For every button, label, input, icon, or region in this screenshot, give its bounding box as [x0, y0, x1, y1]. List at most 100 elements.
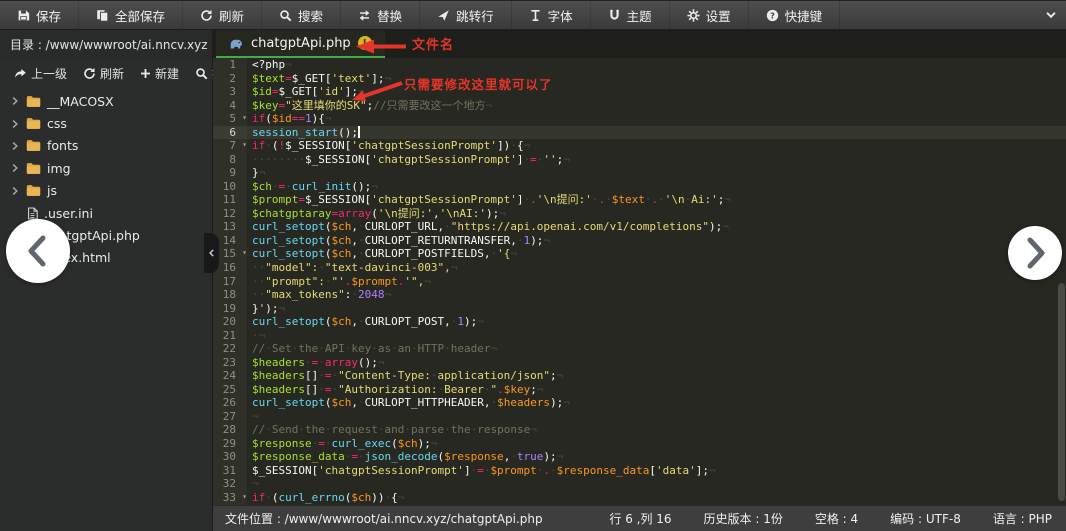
toolbar-button-refresh[interactable]: 刷新 — [183, 1, 262, 29]
toolbar-button-replace[interactable]: 替换 — [341, 1, 420, 29]
code-line-32: ¬ — [247, 477, 1066, 491]
status-cursor-position: 行 6 ,列 16 — [609, 510, 671, 527]
tree-folder-fonts[interactable]: fonts — [0, 135, 212, 157]
code-line-3: $id=$_GET['id'];¬ — [247, 85, 1066, 99]
line-number: 24 — [213, 369, 247, 383]
line-number: 2 — [213, 72, 247, 86]
toolbar-button-label: 刷新 — [219, 6, 244, 25]
code-line-23: $headers·=·array();¬ — [247, 356, 1066, 370]
chevron-right-icon[interactable] — [10, 186, 20, 196]
toolbar-button-goto-line[interactable]: 跳转行 — [420, 1, 512, 29]
fold-caret[interactable]: ▾ — [242, 138, 247, 152]
file-icon — [27, 207, 38, 220]
search-icon — [279, 9, 292, 22]
chevron-left-icon — [6, 219, 70, 283]
code-area[interactable]: <?php¬$text=$_GET['text'];¬$id=$_GET['id… — [247, 58, 1066, 505]
status-language[interactable]: 语言 : PHP — [993, 510, 1052, 527]
toolbar-button-search[interactable]: 搜索 — [262, 1, 341, 29]
goto-line-icon — [437, 9, 450, 22]
code-line-14: curl_setopt($ch,·CURLOPT_RETURNTRANSFER,… — [247, 234, 1066, 248]
code-editor[interactable]: 12345▾67▾89101112131415▾1617181920212223… — [213, 58, 1066, 505]
warning-badge[interactable]: ! — [358, 36, 372, 50]
status-history-versions[interactable]: 历史版本 : 1份 — [704, 510, 783, 527]
chevron-right-icon[interactable] — [10, 119, 20, 129]
code-line-22: //·Set·the·API·key·as·an·HTTP·header¬ — [247, 342, 1066, 356]
fold-caret[interactable]: ▾ — [242, 246, 247, 260]
code-line-7: if·(!$_SESSION['chatgptSessionPrompt'])·… — [247, 139, 1066, 153]
line-number: 31 — [213, 464, 247, 478]
previous-button[interactable] — [6, 219, 70, 283]
toolbar-button-hotkeys[interactable]: ?快捷键 — [749, 1, 841, 29]
toolbar-button-theme[interactable]: 主题 — [591, 1, 670, 29]
toolbar-button-font[interactable]: 字体 — [512, 1, 591, 29]
code-line-10: $ch·=·curl_init();¬ — [247, 180, 1066, 194]
chevron-right-icon[interactable] — [10, 141, 20, 151]
code-line-6: session_start(); — [247, 126, 1066, 140]
code-line-27: ¬ — [247, 410, 1066, 424]
directory-path: 目录 : /www/wwwroot/ai.nncv.xyz — [0, 30, 212, 60]
toolbar-button-label: 全部保存 — [115, 6, 165, 25]
fold-caret[interactable]: ▾ — [242, 111, 247, 125]
toolbar-button-save-all[interactable]: 全部保存 — [79, 1, 183, 29]
code-line-19: }');¬ — [247, 302, 1066, 316]
code-line-24: $headers[]·=·"Content-Type:·application/… — [247, 369, 1066, 383]
tree-item-label: js — [47, 183, 57, 198]
sidebar-action-label: 上一级 — [31, 65, 67, 82]
toolbar-button-settings[interactable]: 设置 — [670, 1, 749, 29]
tree-folder-js[interactable]: js — [0, 180, 212, 202]
toolbar-buttons: 保存 全部保存 刷新搜索 替换跳转行 字体 主题 设置 ?快捷键 — [0, 1, 840, 29]
refresh-icon — [200, 9, 213, 22]
toolbar-button-label: 替换 — [377, 6, 402, 25]
folder-icon — [26, 139, 41, 152]
folder-icon — [26, 184, 41, 197]
scrollbar-thumb[interactable] — [1058, 283, 1065, 501]
code-line-30: $response_data·=·json_decode($response,·… — [247, 450, 1066, 464]
line-number: 11 — [213, 193, 247, 207]
toolbar-button-save[interactable]: 保存 — [0, 1, 79, 29]
code-line-26: curl_setopt($ch,·CURLOPT_HTTPHEADER,·$he… — [247, 396, 1066, 410]
tree-folder-img[interactable]: img — [0, 157, 212, 179]
sidebar-action-label: 新建 — [155, 65, 179, 82]
text-cursor — [358, 126, 360, 138]
tree-folder-__MACOSX[interactable]: __MACOSX — [0, 90, 212, 112]
status-spaces[interactable]: 空格 : 4 — [815, 510, 858, 527]
chevron-right-icon[interactable] — [10, 96, 20, 106]
sidebar-action-up-level[interactable]: 上一级 — [6, 65, 75, 82]
up-level-icon — [14, 67, 27, 80]
line-number: 9 — [213, 166, 247, 180]
line-number: 1 — [213, 58, 247, 72]
status-encoding[interactable]: 编码 : UTF-8 — [890, 510, 961, 527]
line-number: 18 — [213, 288, 247, 302]
folder-icon — [26, 95, 41, 108]
line-number: 17 — [213, 275, 247, 289]
chevron-right-icon — [1008, 226, 1062, 280]
code-line-20: curl_setopt($ch,·CURLOPT_POST,·1);¬ — [247, 315, 1066, 329]
code-line-1: <?php¬ — [247, 58, 1066, 72]
sidebar-collapse-handle[interactable] — [204, 233, 219, 273]
chevron-right-icon[interactable] — [10, 163, 20, 173]
annotation-filename-note: 文件名 — [412, 34, 454, 53]
sidebar-action-refresh[interactable]: 刷新 — [75, 65, 132, 82]
line-number: 27 — [213, 410, 247, 424]
code-line-2: $text=$_GET['text'];¬ — [247, 72, 1066, 86]
code-line-15: curl_setopt($ch,·CURLOPT_POSTFIELDS,·'{¬ — [247, 247, 1066, 261]
code-line-13: curl_setopt($ch,·CURLOPT_URL,·"https://a… — [247, 220, 1066, 234]
status-file-location: 文件位置 : /www/wwwroot/ai.nncv.xyz/chatgptA… — [225, 510, 577, 527]
sidebar-action-new[interactable]: 新建 — [132, 65, 187, 82]
fold-caret[interactable]: ▾ — [242, 490, 247, 504]
save-icon — [17, 9, 30, 22]
search-icon — [195, 67, 208, 80]
toolbar-button-label: 设置 — [706, 6, 731, 25]
code-line-33: if·(curl_errno($ch))·{¬ — [247, 491, 1066, 505]
toolbar-button-label: 保存 — [36, 6, 61, 25]
tree-folder-css[interactable]: css — [0, 112, 212, 134]
code-line-5: if($id==1){¬ — [247, 112, 1066, 126]
line-number: 5▾ — [213, 112, 247, 126]
toolbar-button-label: 主题 — [627, 6, 652, 25]
next-button[interactable] — [1008, 226, 1062, 280]
tab-chatgptapi-php[interactable]: chatgptApi.php ! — [216, 30, 385, 58]
line-number: 12 — [213, 207, 247, 221]
toolbar-button-label: 字体 — [548, 6, 573, 25]
refresh-icon — [83, 67, 96, 80]
toolbar-collapse-button[interactable] — [1036, 1, 1066, 29]
